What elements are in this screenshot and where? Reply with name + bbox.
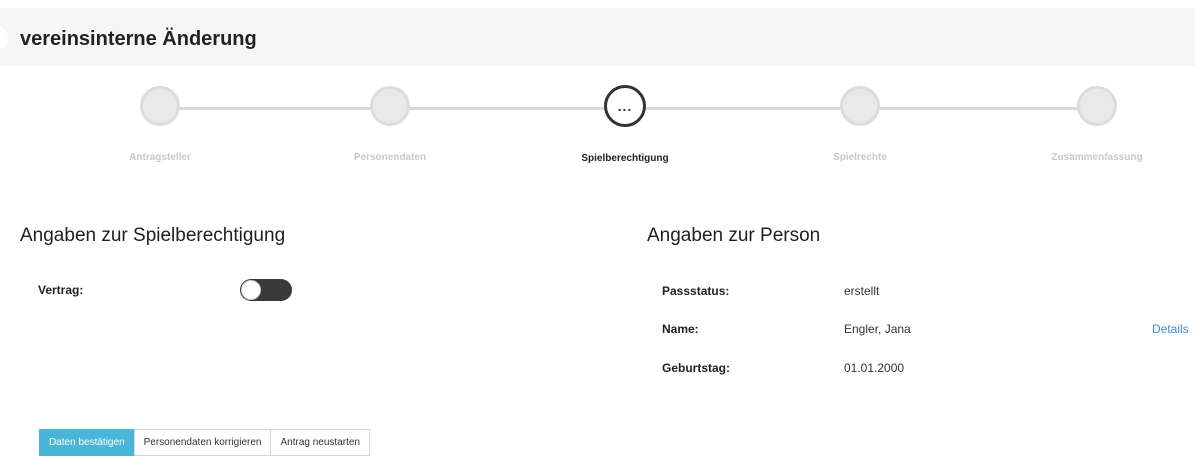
step-label: Spielrechte	[833, 152, 887, 163]
step-circle	[140, 86, 180, 126]
step-circle	[1077, 86, 1117, 126]
details-link[interactable]: Details	[1152, 322, 1189, 336]
page-title: vereinsinterne Änderung	[20, 28, 257, 50]
geburtstag-value: 01.01.2000	[844, 361, 905, 375]
step-spielberechtigung[interactable]: ... Spielberechtigung	[525, 82, 725, 164]
name-label: Name:	[662, 322, 699, 336]
step-spielrechte[interactable]: Spielrechte	[760, 82, 960, 163]
confirm-data-button[interactable]: Daten bestätigen	[39, 429, 135, 456]
section-title-spielberechtigung: Angaben zur Spielberechtigung	[20, 225, 286, 246]
vertrag-toggle[interactable]	[240, 279, 292, 301]
name-value: Engler, Jana	[844, 322, 911, 336]
action-button-group: Daten bestätigen Personendaten korrigier…	[39, 429, 370, 456]
step-label-active: Spielberechtigung	[581, 153, 669, 164]
geburtstag-label: Geburtstag:	[662, 361, 731, 375]
step-label: Personendaten	[353, 152, 427, 163]
step-label: Zusammenfassung	[1051, 152, 1143, 163]
stepper: Antragsteller Personendaten ... Spielber…	[0, 82, 1195, 182]
step-circle-active: ...	[604, 85, 646, 127]
passstatus-label: Passstatus:	[662, 284, 730, 298]
step-circle	[370, 86, 410, 126]
page-header: vereinsinterne Änderung	[0, 8, 1195, 66]
step-antragsteller[interactable]: Antragsteller	[60, 82, 260, 163]
step-personendaten[interactable]: Personendaten	[290, 82, 490, 163]
toggle-knob	[241, 280, 261, 300]
step-zusammenfassung[interactable]: Zusammenfassung	[997, 82, 1195, 163]
step-label: Antragsteller	[129, 152, 191, 163]
section-title-person: Angaben zur Person	[647, 225, 821, 246]
restart-application-button[interactable]: Antrag neustarten	[270, 429, 370, 456]
passstatus-value: erstellt	[844, 284, 880, 298]
header-notch	[0, 26, 8, 50]
correct-person-data-button[interactable]: Personendaten korrigieren	[133, 429, 272, 456]
ellipsis-icon: ...	[617, 98, 633, 114]
step-circle	[840, 86, 880, 126]
vertrag-label: Vertrag:	[38, 283, 84, 297]
